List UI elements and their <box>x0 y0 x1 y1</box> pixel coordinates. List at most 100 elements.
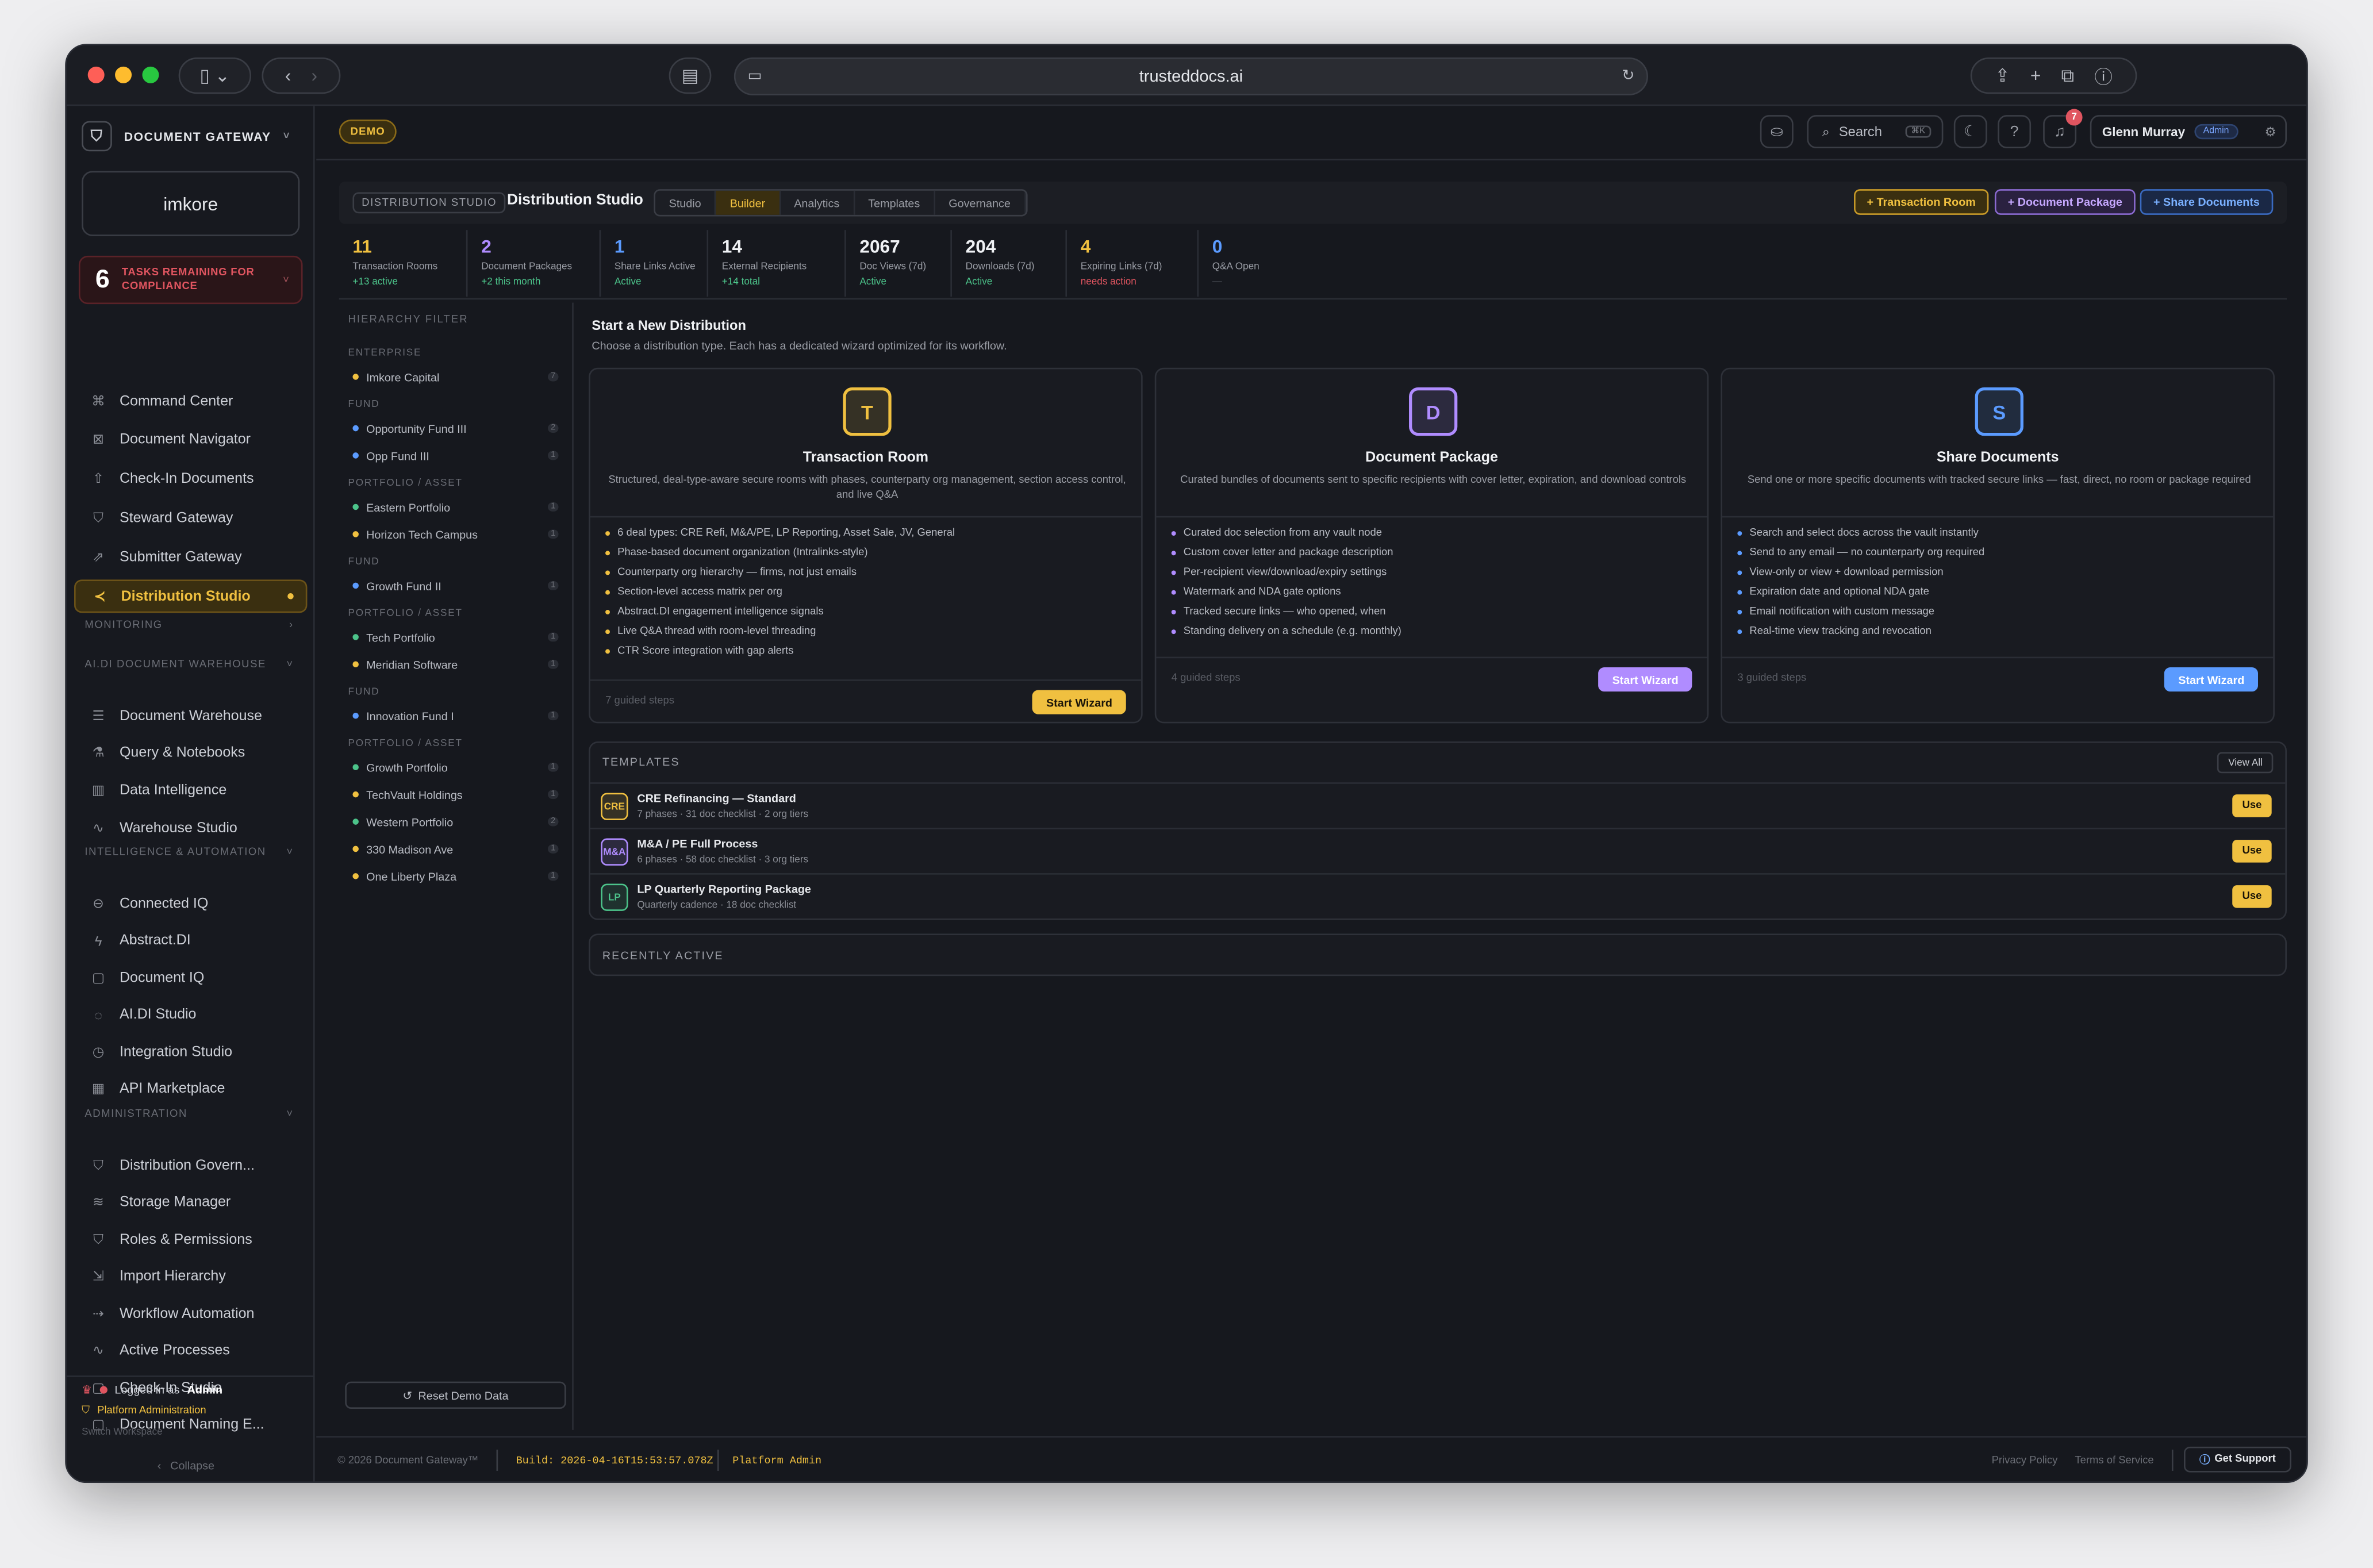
hierarchy-item[interactable]: Imkore Capital 7 <box>352 368 559 386</box>
template-row[interactable]: LP LP Quarterly Reporting Package Quarterl… <box>590 873 2286 918</box>
hierarchy-item[interactable]: Western Portfolio 2 <box>352 813 559 831</box>
minimize-window-button[interactable] <box>115 66 132 83</box>
notifications-button[interactable]: ♫ 7 <box>2043 109 2083 149</box>
sidebar-item-submitter-gateway[interactable]: ⇗ Submitter Gateway <box>74 540 307 574</box>
sidebar-item-warehouse-studio[interactable]: ∿ Warehouse Studio <box>74 811 307 844</box>
collapse-button[interactable]: ‹ Collapse <box>158 1459 214 1473</box>
terms-link[interactable]: Terms of Service <box>2075 1456 2153 1466</box>
tab-analytics[interactable]: Analytics <box>781 190 855 215</box>
theme-toggle-button[interactable]: ☾ <box>1953 115 1987 149</box>
tab-builder[interactable]: Builder <box>716 190 781 215</box>
hierarchy-item[interactable]: Growth Fund II 1 <box>352 577 559 595</box>
bot-button[interactable]: ⛀ <box>1760 115 1794 149</box>
search-input[interactable]: ⌕ Search ⌘K <box>1807 115 1944 149</box>
hierarchy-item[interactable]: Meridian Software 1 <box>352 655 559 674</box>
section-monitoring[interactable]: MONITORING › <box>85 620 293 631</box>
sidebar-item-check-in-documents[interactable]: ⇧ Check-In Documents <box>74 463 307 496</box>
compliance-tasks-banner[interactable]: 6 TASKS REMAINING FOR COMPLIANCE ˅ <box>78 255 303 305</box>
section-warehouse[interactable]: AI.DI DOCUMENT WAREHOUSE ˅ <box>85 660 293 670</box>
start-wizard-button[interactable]: Start Wizard <box>2164 667 2258 692</box>
use-template-button[interactable]: Use <box>2232 794 2272 817</box>
gear-icon[interactable]: ⚙ <box>2265 124 2276 140</box>
sidebar-item-api-marketplace[interactable]: ▦ API Marketplace <box>74 1072 307 1105</box>
hierarchy-item[interactable]: Eastern Portfolio 1 <box>352 498 559 516</box>
info-icon[interactable]: ⓘ <box>2094 63 2113 89</box>
hierarchy-item[interactable]: Opportunity Fund III 2 <box>352 419 559 437</box>
template-row[interactable]: M&A M&A / PE Full Process 6 phases · 58 do… <box>590 828 2286 873</box>
hierarchy-item[interactable]: 330 Madison Ave 1 <box>352 840 559 858</box>
sidebar-item-workflow-automation[interactable]: ⇢ Workflow Automation <box>74 1297 307 1330</box>
help-button[interactable]: ? <box>1998 115 2032 149</box>
reset-demo-button[interactable]: ↺ Reset Demo Data <box>345 1381 566 1409</box>
back-icon[interactable]: ‹ <box>285 65 291 86</box>
sidebar-item-document-iq[interactable]: ▢ Document IQ <box>74 961 307 994</box>
sidebar-item-active-processes[interactable]: ∿ Active Processes <box>74 1334 307 1367</box>
card-title: Transaction Room <box>802 449 928 466</box>
sidebar-item-steward-gateway[interactable]: ⛉ Steward Gateway <box>74 501 307 535</box>
sidebar-toggle-button[interactable]: ▯ ⌄ <box>178 57 252 94</box>
sidebar-item-storage-manager[interactable]: ≋ Storage Manager <box>74 1186 307 1219</box>
new-document-package-button[interactable]: + Document Package <box>1994 189 2136 215</box>
page-settings-icon[interactable]: ▭ <box>748 68 762 84</box>
share-icon[interactable]: ⇪ <box>1995 65 2010 86</box>
hierarchy-item[interactable]: Tech Portfolio 1 <box>352 628 559 647</box>
sidebar-item-roles-permissions[interactable]: ⛉ Roles & Permissions <box>74 1223 307 1256</box>
switch-workspace-link[interactable]: Switch Workspace <box>82 1427 162 1438</box>
template-meta: Quarterly cadence · 18 doc checklist <box>637 900 797 911</box>
sidebar-item-data-intelligence[interactable]: ▥ Data Intelligence <box>74 774 307 807</box>
tabs-overview-icon[interactable]: ⧉ <box>2061 64 2074 87</box>
hierarchy-item[interactable]: One Liberty Plaza 1 <box>352 867 559 886</box>
sidebar-item-document-warehouse[interactable]: ☰ Document Warehouse <box>74 699 307 732</box>
store-icon: ▦ <box>91 1080 105 1096</box>
section-administration[interactable]: ADMINISTRATION ˅ <box>85 1109 293 1120</box>
new-transaction-room-button[interactable]: + Transaction Room <box>1854 189 1989 215</box>
org-logo[interactable]: imkore <box>82 171 300 236</box>
privacy-link[interactable]: Privacy Policy <box>1992 1456 2058 1466</box>
get-support-button[interactable]: ⓘ Get Support <box>2183 1446 2291 1473</box>
sidebar-item-label: Storage Manager <box>119 1194 231 1211</box>
hierarchy-item[interactable]: Horizon Tech Campus 1 <box>352 525 559 544</box>
address-bar[interactable]: ▭ trusteddocs.ai ↻ <box>734 57 1649 95</box>
tab-governance[interactable]: Governance <box>935 190 1026 215</box>
hierarchy-item[interactable]: Growth Portfolio 1 <box>352 758 559 777</box>
sidebar-item-command-center[interactable]: ⌘ Command Center <box>74 385 307 418</box>
history-nav[interactable]: ‹ › <box>262 57 341 94</box>
sidebar-item-connected-iq[interactable]: ⊖ Connected IQ <box>74 887 307 920</box>
sidebar-item-abstract-di[interactable]: ϟ Abstract.DI <box>74 924 307 957</box>
start-wizard-button[interactable]: Start Wizard <box>1598 667 1692 692</box>
hierarchy-item[interactable]: Innovation Fund I 1 <box>352 706 559 725</box>
reader-button[interactable]: ▤ <box>669 57 712 94</box>
view-all-button[interactable]: View All <box>2217 752 2274 774</box>
new-tab-icon[interactable]: + <box>2030 65 2041 86</box>
maximize-window-button[interactable] <box>142 66 159 83</box>
sidebar-item-distribution-studio[interactable]: ≺ Distribution Studio <box>74 579 308 613</box>
sidebar-item-ai-di-studio[interactable]: ◌ AI.DI Studio <box>74 998 307 1031</box>
start-wizard-button[interactable]: Start Wizard <box>1032 690 1126 714</box>
sidebar-item-import-hierarchy[interactable]: ⇲ Import Hierarchy <box>74 1260 307 1293</box>
sidebar-item-distribution-govern[interactable]: ⛉ Distribution Govern... <box>74 1148 307 1182</box>
sidebar-item-query-notebooks[interactable]: ⚗ Query & Notebooks <box>74 736 307 770</box>
use-template-button[interactable]: Use <box>2232 840 2272 863</box>
reload-icon[interactable]: ↻ <box>1622 68 1634 84</box>
breadcrumb[interactable]: DISTRIBUTION STUDIO <box>352 192 506 214</box>
tab-studio[interactable]: Studio <box>655 190 717 215</box>
user-menu[interactable]: Glenn Murray Admin ⚙ <box>2090 115 2287 149</box>
brand[interactable]: ⛉ DOCUMENT GATEWAY ˅ <box>82 118 290 154</box>
browser-window: ▯ ⌄ ‹ › ▤ ▭ trusteddocs.ai ↻ ⇪ + ⧉ ⓘ ⛉ D… <box>65 44 2308 1484</box>
share-documents-button[interactable]: + Share Documents <box>2140 189 2274 215</box>
templates-title: TEMPLATES <box>602 755 680 769</box>
stat-sub: Active <box>614 276 642 288</box>
sidebar-item-document-navigator[interactable]: ⊠ Document Navigator <box>74 424 307 457</box>
template-row[interactable]: CRE CRE Refinancing — Standard 7 phases · … <box>590 782 2286 828</box>
platform-admin-link[interactable]: ⛉ Platform Administration <box>82 1406 206 1418</box>
card-title: Share Documents <box>1936 449 2059 466</box>
use-template-button[interactable]: Use <box>2232 885 2272 908</box>
forward-icon[interactable]: › <box>311 65 317 86</box>
sidebar-item-integration-studio[interactable]: ◷ Integration Studio <box>74 1035 307 1069</box>
section-intelligence[interactable]: INTELLIGENCE & AUTOMATION ˅ <box>85 847 293 858</box>
hierarchy-item[interactable]: Opp Fund III 1 <box>352 447 559 465</box>
close-window-button[interactable] <box>87 66 105 83</box>
hierarchy-item[interactable]: TechVault Holdings 1 <box>352 785 559 804</box>
tab-templates[interactable]: Templates <box>855 190 935 215</box>
sidebar-item-label: Roles & Permissions <box>119 1231 252 1248</box>
